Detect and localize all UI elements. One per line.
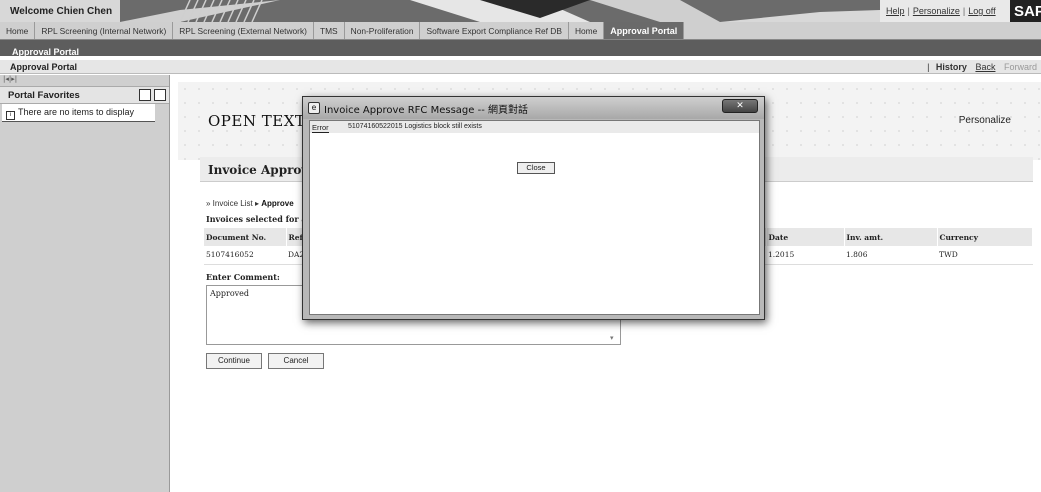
col-document-no: Document No. [204,228,287,246]
cell-currency: TWD [937,246,1033,265]
forward-link[interactable]: Forward [1004,62,1037,72]
utility-links: Help | Personalize | Log off [880,0,1010,22]
subnav-approval-portal[interactable]: Approval Portal [0,44,79,57]
continue-button[interactable]: Continue [206,353,262,369]
back-link[interactable]: Back [975,62,995,72]
favorites-minimize-icon[interactable] [154,89,166,101]
cell-inv-amt: 1.806 [844,246,937,265]
rfc-message-dialog: e Invoice Approve RFC Message -- 網頁對話 ✕ … [302,96,765,320]
sub-navigation: Approval Portal [0,40,1041,57]
help-link[interactable]: Help [886,6,905,16]
portal-favorites-header: Portal Favorites [0,86,169,104]
tab-software-export-compliance[interactable]: Software Export Compliance Ref DB [420,22,569,39]
tab-rpl-screening-internal[interactable]: RPL Screening (Internal Network) [35,22,174,39]
tab-home-2[interactable]: Home [569,22,605,39]
col-date: Date [766,228,845,246]
dialog-close-button[interactable]: Close [517,162,555,174]
separator: | [962,6,966,16]
favorites-options-icon[interactable] [139,89,151,101]
breadcrumb-current: Approve [261,199,294,208]
header-decoration [120,0,880,22]
breadcrumb-arrows-icon: » [206,199,213,208]
history-separator: | [927,62,930,72]
error-tag: Error [312,123,329,133]
welcome-text: Welcome Chien Chen [0,0,120,22]
tab-home[interactable]: Home [0,22,36,39]
personalize-link[interactable]: Personalize [959,115,1011,126]
scroll-down-icon[interactable]: ▾ [610,334,614,342]
dialog-body: Error 51074160522015 Logistics block sti… [309,120,760,315]
personalize-link[interactable]: Personalize [913,6,960,16]
cell-document-no: 5107416052 [204,246,286,265]
log-off-link[interactable]: Log off [968,6,995,16]
tab-non-proliferation[interactable]: Non-Proliferation [345,22,421,39]
dialog-title: Invoice Approve RFC Message -- 網頁對話 [324,105,528,116]
history-menu[interactable]: History [936,62,967,72]
dialog-titlebar[interactable]: e Invoice Approve RFC Message -- 網頁對話 ✕ [303,97,764,119]
cell-date: 1.2015 [766,246,844,265]
portal-favorites-title: Portal Favorites [8,90,80,101]
separator: | [907,6,910,16]
error-message: 51074160522015 Logistics block still exi… [348,123,482,130]
empty-text: There are no items to display [18,107,135,117]
breadcrumb: » Invoice List ▸ Approve [206,199,294,208]
portal-header: Welcome Chien Chen Help | Personalize | Log … [0,0,1041,22]
cancel-button[interactable]: Cancel [268,353,324,369]
browser-icon: e [308,102,320,114]
tab-rpl-screening-external[interactable]: RPL Screening (External Network) [173,22,314,39]
selected-invoices-label: Invoices selected for ap [206,214,313,224]
window-close-button[interactable]: ✕ [722,99,758,113]
error-message-row: Error 51074160522015 Logistics block sti… [310,121,759,133]
sap-logo: SAP [1010,0,1041,22]
top-navigation: Home RPL Screening (Internal Network) RP… [0,22,1041,40]
page-title: Approval Portal [10,62,78,72]
panel-toggle[interactable]: |◂|▸| [0,75,169,84]
comment-label: Enter Comment: [206,272,280,282]
favorites-empty-message: i There are no items to display [2,104,155,122]
breadcrumb-invoice-list[interactable]: Invoice List [213,199,253,208]
opentext-logo: OPEN TEXT [208,112,306,130]
page-title-bar: Approval Portal | History Back Forward [0,60,1041,74]
tab-approval-portal[interactable]: Approval Portal [604,22,685,39]
col-currency: Currency [937,228,1033,246]
info-icon: i [6,111,15,120]
history-nav: | History Back Forward [927,62,1037,72]
col-inv-amt: Inv. amt. [844,228,938,246]
detailed-navigation-panel: |◂|▸| Portal Favorites i There are no ite… [0,75,170,492]
tab-tms[interactable]: TMS [314,22,345,39]
